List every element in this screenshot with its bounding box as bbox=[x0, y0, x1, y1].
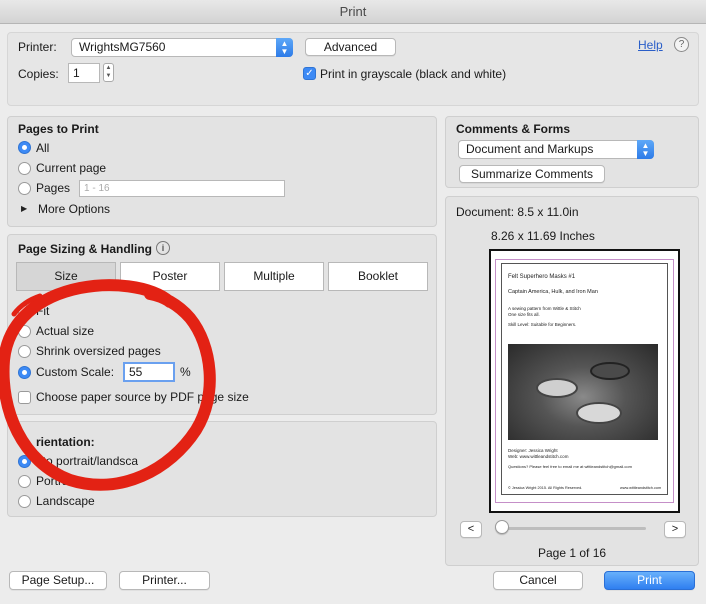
preview-designer: Designer: Jessica Wright bbox=[508, 448, 558, 453]
page-indicator: Page 1 of 16 bbox=[538, 546, 607, 560]
paper-source-label: Choose paper source by PDF page size bbox=[36, 390, 249, 404]
preview-title: Felt Superhero Masks #1 bbox=[508, 274, 576, 280]
printer-select[interactable]: WrightsMG7560 ▲ ▼ bbox=[71, 38, 293, 57]
actual-size-label: Actual size bbox=[36, 324, 95, 338]
mask-shape bbox=[536, 378, 578, 398]
preview-subtitle: Captain America, Hulk, and Iron Man bbox=[508, 289, 598, 295]
comments-select[interactable]: Document and Markups ▲ ▼ bbox=[458, 140, 654, 159]
tab-booklet[interactable]: Booklet bbox=[328, 262, 428, 291]
pages-all-label: All bbox=[36, 141, 50, 155]
tab-multiple[interactable]: Multiple bbox=[224, 262, 324, 291]
tab-size[interactable]: Size bbox=[16, 262, 116, 291]
preview-photo bbox=[508, 344, 658, 440]
updown-arrows-icon: ▲ ▼ bbox=[276, 38, 293, 57]
custom-scale-label: Custom Scale: bbox=[36, 365, 115, 379]
summarize-comments-button[interactable]: Summarize Comments bbox=[459, 165, 605, 183]
paper-source-checkbox[interactable] bbox=[18, 391, 31, 404]
preview-page: Felt Superhero Masks #1 Captain America,… bbox=[501, 263, 668, 495]
info-icon[interactable]: i bbox=[156, 241, 170, 255]
fit-label: Fit bbox=[36, 304, 50, 318]
help-link[interactable]: Help bbox=[638, 38, 663, 52]
more-options-label[interactable]: More Options bbox=[38, 202, 110, 216]
landscape-radio[interactable] bbox=[18, 495, 31, 508]
portrait-radio[interactable] bbox=[18, 475, 31, 488]
shrink-oversized-radio[interactable] bbox=[18, 345, 31, 358]
preview-web: Web: www.wittleandstitch.com bbox=[508, 454, 569, 459]
preview-intro-2: One size fits all. bbox=[508, 312, 540, 317]
copies-input[interactable]: 1 bbox=[68, 63, 100, 83]
preview-intro-1: A sewing pattern from Wittle & Stitch bbox=[508, 306, 581, 311]
printer-button[interactable]: Printer... bbox=[119, 571, 210, 590]
scale-unit-label: % bbox=[180, 365, 191, 379]
updown-arrows-icon: ▲ ▼ bbox=[637, 140, 654, 159]
mask-shape bbox=[576, 402, 622, 424]
window-title: Print bbox=[0, 0, 706, 24]
pages-current-radio[interactable] bbox=[18, 162, 31, 175]
portrait-label: Portra bbox=[36, 474, 69, 488]
copies-stepper[interactable]: ▲ ▼ bbox=[103, 63, 114, 82]
pages-range-label: Pages bbox=[36, 181, 71, 195]
disclosure-triangle-icon[interactable]: ▶ bbox=[21, 204, 27, 213]
grayscale-checkbox[interactable]: ✓ bbox=[303, 67, 316, 80]
preview-footer-right: www.wittleandstitch.com bbox=[620, 486, 662, 490]
preview-frame: Felt Superhero Masks #1 Captain America,… bbox=[489, 249, 680, 513]
print-button[interactable]: Print bbox=[604, 571, 695, 590]
pages-range-input[interactable]: 1 - 16 bbox=[79, 180, 285, 197]
next-page-button[interactable]: > bbox=[664, 521, 686, 538]
preview-footer-left: © Jessica Wright 2015. All Rights Reserv… bbox=[508, 486, 583, 490]
page-slider-track[interactable] bbox=[500, 527, 646, 530]
advanced-button[interactable]: Advanced bbox=[305, 38, 396, 56]
help-icon[interactable]: ? bbox=[674, 37, 689, 52]
comments-value: Document and Markups bbox=[466, 142, 594, 156]
landscape-label: Landscape bbox=[36, 494, 95, 508]
pages-to-print-header: Pages to Print bbox=[18, 122, 99, 136]
custom-scale-radio[interactable] bbox=[18, 366, 31, 379]
shrink-oversized-label: Shrink oversized pages bbox=[36, 344, 161, 358]
orientation-header: rientation: bbox=[36, 435, 95, 449]
mask-shape bbox=[590, 362, 630, 380]
page-setup-button[interactable]: Page Setup... bbox=[9, 571, 107, 590]
auto-orientation-label: uto portrait/landsca bbox=[36, 454, 139, 468]
grayscale-label: Print in grayscale (black and white) bbox=[320, 67, 507, 81]
preview-questions: Questions? Please feel free to email me … bbox=[508, 464, 632, 469]
printer-label: Printer: bbox=[18, 40, 57, 54]
printer-value: WrightsMG7560 bbox=[79, 40, 166, 54]
cancel-button[interactable]: Cancel bbox=[493, 571, 583, 590]
pages-range-radio[interactable] bbox=[18, 182, 31, 195]
pages-current-label: Current page bbox=[36, 161, 107, 175]
copies-label: Copies: bbox=[18, 67, 59, 81]
pages-all-radio[interactable] bbox=[18, 141, 31, 154]
document-size-label: Document: 8.5 x 11.0in bbox=[456, 205, 579, 219]
preview-skill: Skill Level: Suitable for Beginners. bbox=[508, 322, 577, 327]
tab-poster[interactable]: Poster bbox=[120, 262, 220, 291]
prev-page-button[interactable]: < bbox=[460, 521, 482, 538]
actual-size-radio[interactable] bbox=[18, 325, 31, 338]
page-slider-thumb[interactable] bbox=[495, 520, 509, 534]
fit-radio[interactable] bbox=[18, 305, 31, 318]
auto-orientation-radio[interactable] bbox=[18, 455, 31, 468]
page-sizing-header: Page Sizing & Handling bbox=[18, 242, 153, 256]
page-size-label: 8.26 x 11.69 Inches bbox=[491, 229, 595, 243]
custom-scale-input[interactable]: 55 bbox=[123, 362, 175, 382]
comments-forms-header: Comments & Forms bbox=[456, 122, 571, 136]
